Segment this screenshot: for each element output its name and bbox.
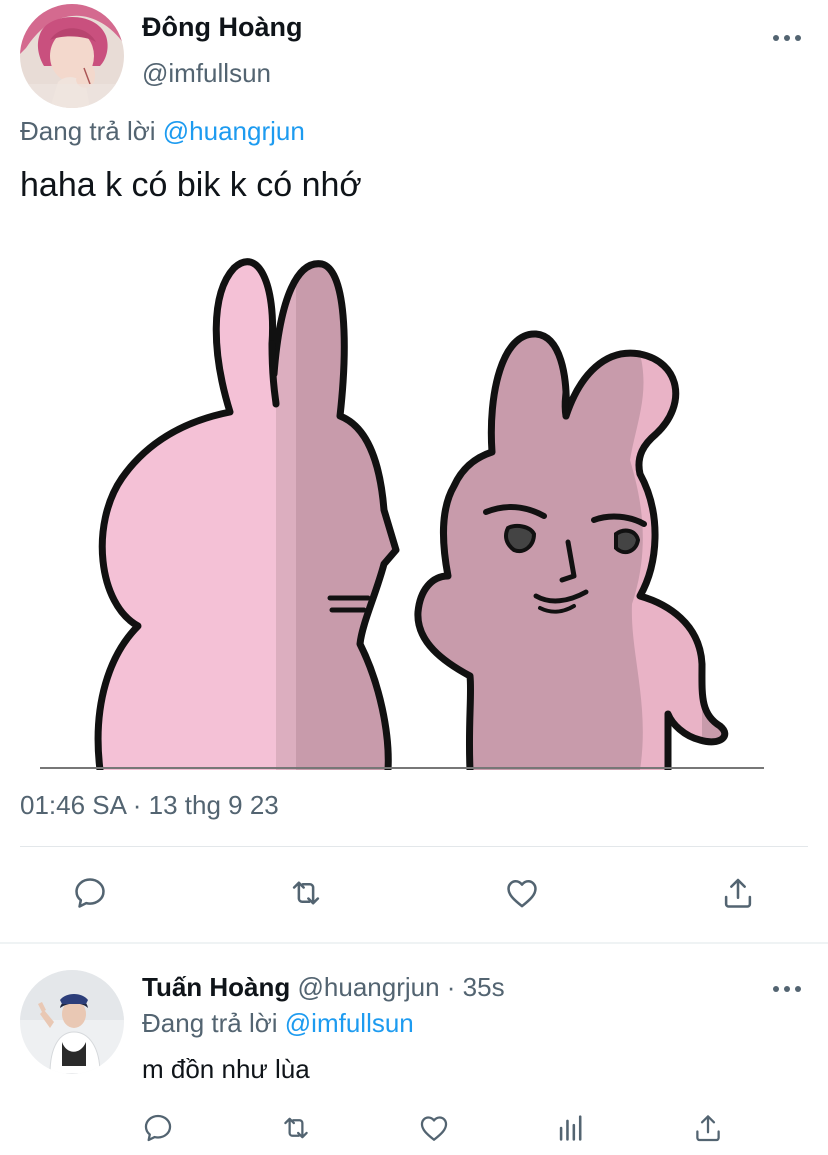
bunny-sticker-image: [40, 258, 764, 770]
reply-header: Tuấn Hoàng @huangrjun · 35s: [142, 972, 505, 1003]
reply-button[interactable]: [68, 871, 112, 915]
reply-button[interactable]: [138, 1108, 178, 1148]
retweet-button[interactable]: [276, 1108, 316, 1148]
author-handle[interactable]: @imfullsun: [142, 58, 271, 89]
author-name[interactable]: Đông Hoàng: [142, 12, 302, 43]
tweet-thread: Đông Hoàng @imfullsun Đang trả lời @huan…: [0, 0, 828, 1155]
reply-tweet-text: m đồn như lùa: [142, 1054, 310, 1084]
replying-prefix: Đang trả lời: [20, 116, 163, 146]
like-button[interactable]: [500, 871, 544, 915]
share-button[interactable]: [688, 1108, 728, 1148]
retweet-button[interactable]: [284, 871, 328, 915]
divider: [20, 846, 808, 847]
more-options-icon[interactable]: [773, 984, 801, 994]
avatar-photo: [20, 4, 124, 108]
tweet-text: haha k có bik k có nhớ: [20, 166, 362, 204]
share-icon: [696, 1115, 720, 1142]
replying-to-link[interactable]: @huangrjun: [163, 116, 305, 146]
replying-to-link[interactable]: @imfullsun: [285, 1008, 414, 1038]
more-options-icon[interactable]: [773, 33, 801, 43]
tweet-media-image[interactable]: [40, 224, 764, 770]
thread-separator: [0, 942, 828, 944]
avatar-photo: [20, 970, 124, 1074]
reply-icon: [75, 878, 105, 908]
retweet-icon: [284, 1117, 308, 1139]
share-button[interactable]: [716, 871, 760, 915]
replying-prefix: Đang trả lời: [142, 1008, 285, 1038]
replying-to-line: Đang trả lời @huangrjun: [20, 116, 305, 147]
views-button[interactable]: [551, 1108, 591, 1148]
reply-icon: [144, 1114, 172, 1142]
like-icon: [420, 1116, 448, 1141]
share-icon: [724, 878, 752, 908]
reply-handle-and-time[interactable]: @huangrjun · 35s: [290, 972, 505, 1002]
tweet-timestamp[interactable]: 01:46 SA · 13 thg 9 23: [20, 790, 279, 821]
like-icon: [507, 880, 537, 908]
retweet-icon: [292, 881, 320, 905]
author-avatar[interactable]: [20, 4, 124, 108]
reply-author-name[interactable]: Tuấn Hoàng: [142, 972, 290, 1002]
like-button[interactable]: [414, 1108, 454, 1148]
replying-to-line: Đang trả lời @imfullsun: [142, 1008, 414, 1039]
reply-author-avatar[interactable]: [20, 970, 124, 1074]
views-icon: [559, 1115, 582, 1141]
